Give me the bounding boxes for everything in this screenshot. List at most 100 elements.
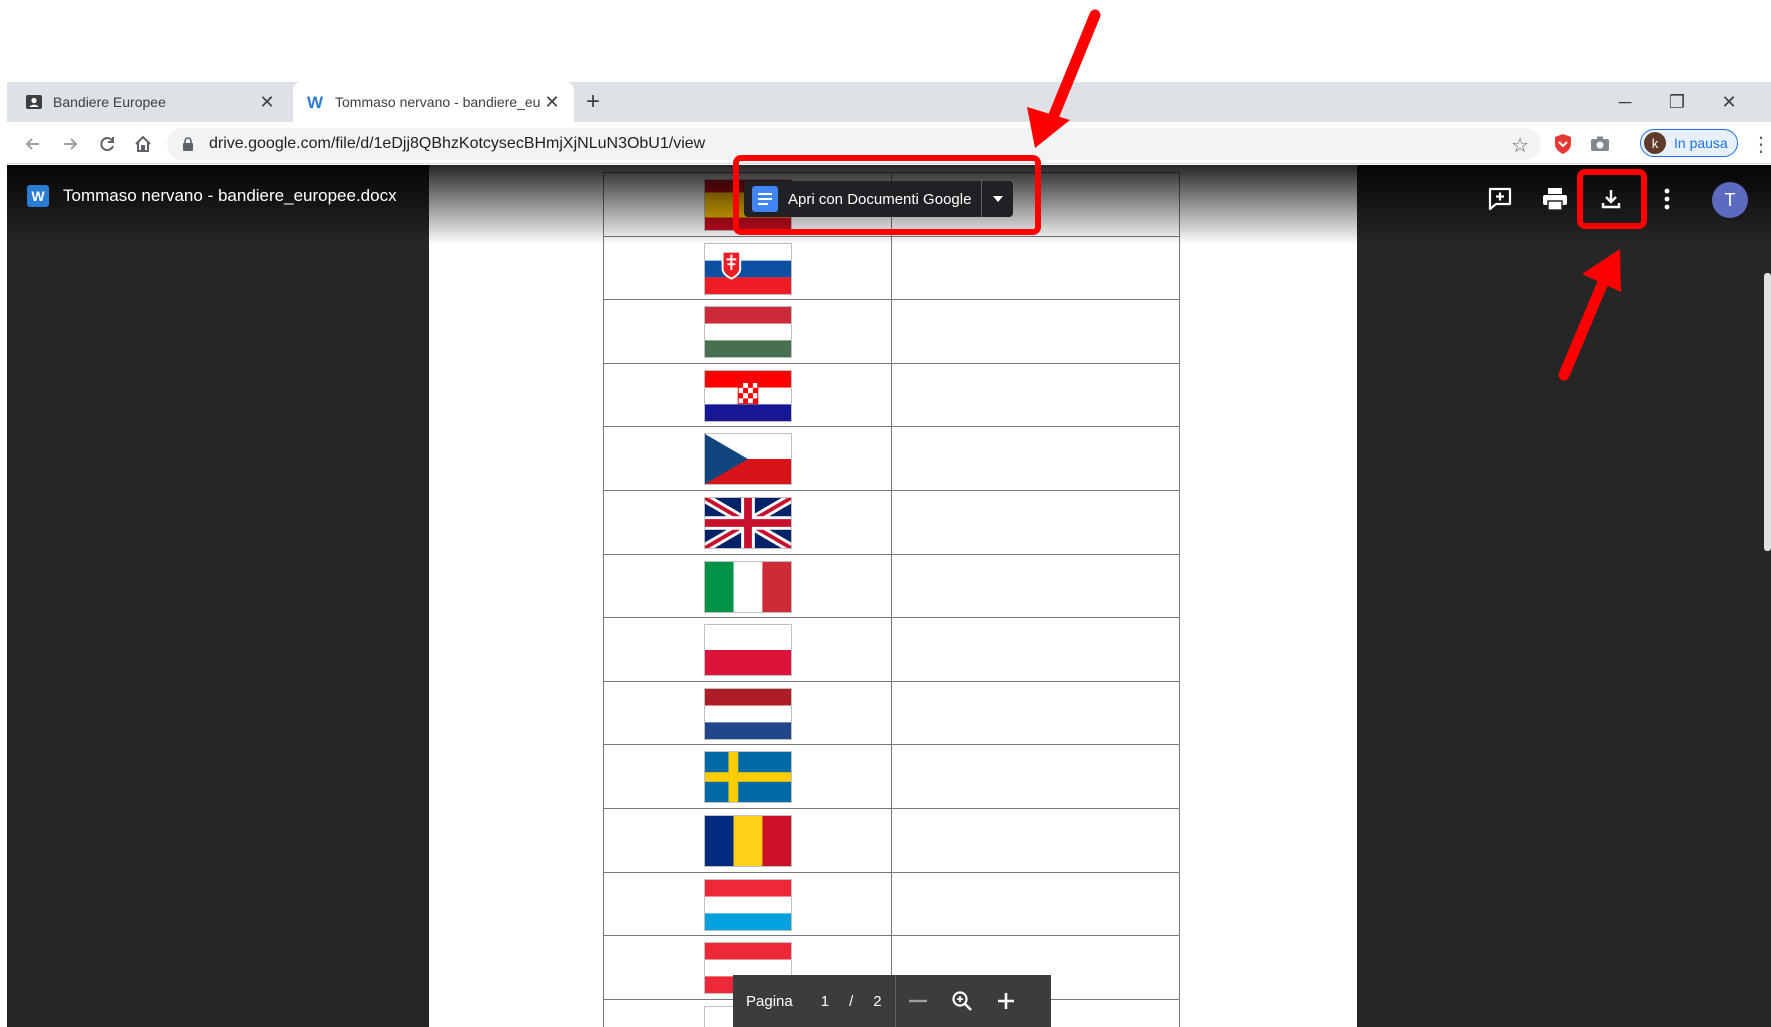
- profile-status: In pausa: [1674, 135, 1728, 151]
- close-icon[interactable]: ✕: [542, 92, 562, 113]
- tab-strip: Bandiere Europee ✕ W Tommaso nervano - b…: [7, 82, 1771, 122]
- address-url: drive.google.com/file/d/1eDjj8QBhzKotcys…: [209, 135, 706, 152]
- name-cell: [891, 680, 1180, 746]
- zoom-in-button[interactable]: [984, 992, 1028, 1010]
- new-tab-button[interactable]: +: [579, 88, 607, 116]
- forward-button[interactable]: [56, 130, 84, 158]
- current-page: 1: [820, 992, 830, 1010]
- total-pages: 2: [873, 992, 882, 1010]
- word-icon: W: [307, 93, 324, 111]
- flag-netherlands: [704, 687, 792, 740]
- flag-cell: [603, 362, 892, 428]
- flag-poland: [704, 624, 792, 677]
- add-comment-icon: [1488, 187, 1512, 211]
- open-with-dropdown[interactable]: [981, 181, 1013, 217]
- close-icon[interactable]: ✕: [257, 92, 277, 113]
- account-avatar[interactable]: T: [1712, 182, 1748, 218]
- back-button[interactable]: [19, 130, 47, 158]
- file-name: Tommaso nervano - bandiere_europee.docx: [63, 186, 397, 205]
- table-row: [603, 807, 1180, 873]
- arrow-left-icon: [25, 138, 39, 150]
- magnifier-icon: [951, 991, 972, 1011]
- flag-romania: [704, 814, 792, 867]
- flag-cell: [603, 235, 892, 301]
- name-cell: [891, 553, 1180, 619]
- name-cell: [891, 426, 1180, 491]
- add-comment-button[interactable]: [1480, 179, 1520, 219]
- plus-icon: [997, 993, 1014, 1009]
- profile-avatar: k: [1644, 132, 1666, 154]
- flag-hungary: [704, 306, 792, 359]
- tab-title: Bandiere Europee: [53, 94, 166, 110]
- minimize-button[interactable]: ─: [1599, 82, 1651, 122]
- page-separator: /: [849, 992, 854, 1010]
- flag-cell: [603, 617, 892, 682]
- zoom-reset-button[interactable]: [940, 990, 984, 1012]
- open-with-docs[interactable]: Apri con Documenti Google: [744, 181, 981, 217]
- shield-icon: [1555, 134, 1571, 154]
- browser-toolbar: drive.google.com/file/d/1eDjj8QBhzKotcys…: [7, 122, 1771, 164]
- contact-card-icon: [26, 95, 42, 109]
- file-title: W Tommaso nervano - bandiere_europee.doc…: [27, 185, 397, 207]
- flag-united-kingdom: [704, 496, 792, 549]
- table-row: [603, 235, 1180, 301]
- flag-cell: [603, 744, 892, 809]
- flag-croatia: [704, 369, 792, 422]
- home-icon: [135, 135, 151, 152]
- zoom-out-button[interactable]: [896, 999, 940, 1003]
- flag-cell: [603, 871, 892, 937]
- close-window-button[interactable]: ✕: [1703, 82, 1755, 122]
- vertical-scrollbar[interactable]: [1764, 273, 1771, 551]
- arrow-right-icon: [64, 138, 78, 150]
- table-row: [603, 299, 1180, 364]
- table-row: [603, 426, 1180, 491]
- flag-sweden: [704, 751, 792, 804]
- name-cell: [891, 235, 1180, 301]
- home-button[interactable]: [129, 130, 157, 158]
- extension-shield-button[interactable]: [1549, 130, 1577, 158]
- table-row: [603, 617, 1180, 682]
- name-cell: [891, 362, 1180, 428]
- print-button[interactable]: [1535, 179, 1575, 219]
- google-docs-icon: [752, 186, 778, 212]
- download-icon: [1601, 190, 1621, 209]
- drive-viewer: W Tommaso nervano - bandiere_europee.doc…: [7, 165, 1771, 1027]
- document-page: [429, 165, 1357, 1027]
- flag-cell: [603, 807, 892, 873]
- caret-down-icon: [992, 196, 1003, 202]
- star-icon[interactable]: ☆: [1511, 133, 1529, 158]
- page-navigation: Pagina 1 / 2: [733, 975, 1051, 1027]
- restore-button[interactable]: ❐: [1651, 82, 1703, 122]
- browser-menu-button[interactable]: ⋮: [1751, 130, 1771, 158]
- flag-luxembourg: [704, 878, 792, 931]
- tab-bandiere-europee[interactable]: Bandiere Europee ✕: [7, 82, 289, 122]
- more-actions-button[interactable]: [1647, 179, 1687, 219]
- reload-icon: [100, 137, 114, 152]
- flag-cell: [603, 426, 892, 491]
- open-with-button[interactable]: Apri con Documenti Google: [744, 181, 1014, 217]
- name-cell: [891, 807, 1180, 873]
- reload-button[interactable]: [93, 130, 121, 158]
- name-cell: [891, 871, 1180, 937]
- address-bar[interactable]: drive.google.com/file/d/1eDjj8QBhzKotcys…: [167, 128, 1541, 160]
- word-file-icon: W: [27, 185, 49, 207]
- table-row: [603, 871, 1180, 937]
- name-cell: [891, 299, 1180, 364]
- profile-button[interactable]: k In pausa: [1640, 129, 1738, 157]
- name-cell: [891, 617, 1180, 682]
- flag-cell: [603, 299, 892, 364]
- tab-drive-document[interactable]: W Tommaso nervano - bandiere_eu ✕: [293, 82, 574, 122]
- print-icon: [1543, 188, 1567, 211]
- table-row: [603, 362, 1180, 428]
- extension-camera-button[interactable]: [1586, 130, 1614, 158]
- download-button[interactable]: [1591, 179, 1631, 219]
- more-vert-icon: [1664, 188, 1670, 210]
- page-indicator[interactable]: Pagina 1 / 2: [733, 993, 895, 1010]
- table-row: [603, 489, 1180, 555]
- lock-icon: [183, 137, 193, 151]
- svg-text:W: W: [307, 93, 324, 111]
- table-row: [603, 553, 1180, 619]
- page-label: Pagina: [746, 992, 793, 1010]
- flag-czech-republic: [704, 433, 792, 486]
- flag-cell: [603, 680, 892, 746]
